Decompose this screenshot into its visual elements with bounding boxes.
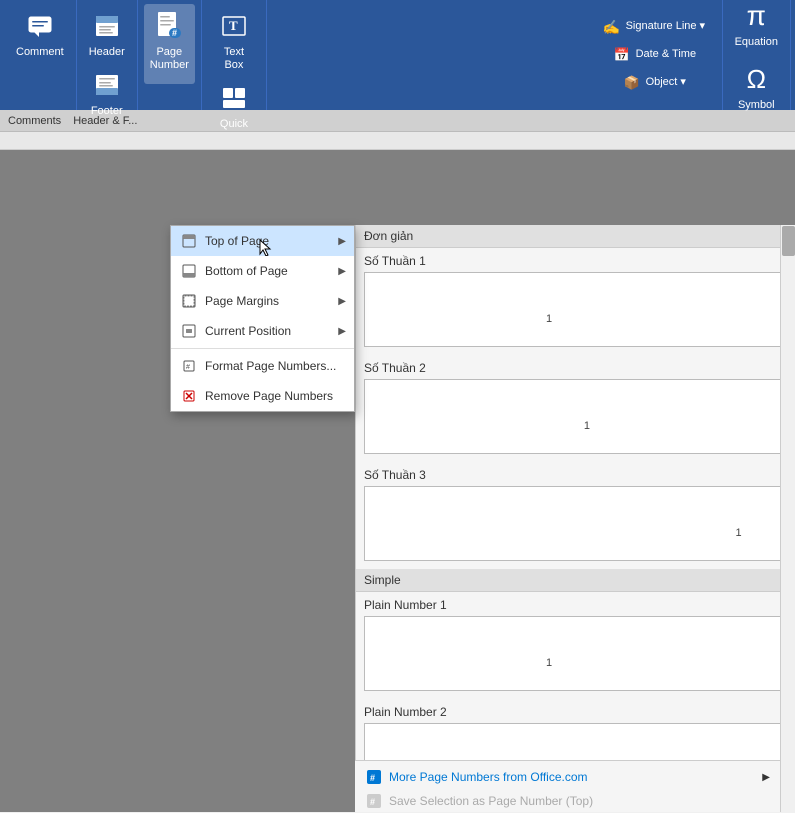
page-number-icon: # xyxy=(151,8,187,44)
top-of-page-icon xyxy=(179,231,199,251)
remove-page-numbers-icon xyxy=(179,386,199,406)
panel-footer: # More Page Numbers from Office.com ▶ # … xyxy=(355,760,780,812)
plain-number-1-label: Plain Number 1 xyxy=(356,592,795,614)
signature-line-icon: ✍ xyxy=(602,17,622,37)
save-selection-label: Save Selection as Page Number (Top) xyxy=(389,794,593,808)
symbol-label: Symbol xyxy=(738,99,775,112)
menu-separator-1 xyxy=(171,348,354,349)
scrollbar-track[interactable] xyxy=(780,225,795,812)
more-arrow: ▶ xyxy=(762,772,770,783)
bottom-of-page-arrow: ▶ xyxy=(338,266,346,277)
signature-line-label: Signature Line ▾ xyxy=(626,20,706,33)
menu-item-bottom-of-page-label: Bottom of Page xyxy=(205,264,288,278)
so-thuan-1-number: 1 xyxy=(546,313,552,325)
top-of-page-arrow: ▶ xyxy=(338,236,346,247)
ribbon-group-text: T TextBox QuickParts A WordArt A DropCap xyxy=(202,0,267,110)
so-thuan-1-preview[interactable]: 1 xyxy=(364,272,787,347)
menu-item-page-margins[interactable]: Page Margins ▶ xyxy=(171,286,354,316)
sub-ribbon-comments[interactable]: Comments xyxy=(8,115,61,127)
menu-item-remove-page-numbers-label: Remove Page Numbers xyxy=(205,389,333,403)
ribbon-group-page-number: # PageNumber xyxy=(138,0,202,110)
plain-number-1-number: 1 xyxy=(546,657,552,669)
signature-line-button[interactable]: ✍ Signature Line ▾ xyxy=(596,14,716,40)
bottom-of-page-icon xyxy=(179,261,199,281)
menu-item-top-of-page-label: Top of Page xyxy=(205,234,269,248)
menu-item-page-margins-label: Page Margins xyxy=(205,294,279,308)
text-box-label: TextBox xyxy=(224,46,244,72)
current-position-icon xyxy=(179,321,199,341)
comment-button[interactable]: Comment xyxy=(10,4,70,84)
page-number-panel: Đơn giản Số Thuần 1 1 Số Thuần 2 1 Số Th… xyxy=(355,225,795,812)
footer-button[interactable]: Footer xyxy=(83,63,131,122)
svg-text:#: # xyxy=(172,28,177,38)
page-margins-icon xyxy=(179,291,199,311)
menu-item-bottom-of-page[interactable]: Bottom of Page ▶ xyxy=(171,256,354,286)
ribbon-group-comments: Comment xyxy=(4,0,77,110)
so-thuan-3-number: 1 xyxy=(735,527,741,539)
date-time-button[interactable]: 📅 Date & Time xyxy=(606,42,706,68)
page-number-label: PageNumber xyxy=(150,46,189,72)
symbol-button[interactable]: Ω Symbol xyxy=(732,57,781,116)
ruler xyxy=(0,132,795,150)
format-page-numbers-icon: # xyxy=(179,356,199,376)
page-number-dropdown: Top of Page ▶ Bottom of Page ▶ Page Marg… xyxy=(170,225,355,412)
so-thuan-2-preview[interactable]: 1 xyxy=(364,379,787,454)
plain-number-1-preview[interactable]: 1 xyxy=(364,616,787,691)
svg-text:#: # xyxy=(186,364,190,371)
svg-text:#: # xyxy=(370,773,375,783)
footer-icon xyxy=(89,67,125,103)
svg-text:T: T xyxy=(229,18,238,33)
page-margins-arrow: ▶ xyxy=(338,296,346,307)
object-label: Object ▾ xyxy=(646,76,686,89)
comment-label: Comment xyxy=(16,46,64,59)
header-icon xyxy=(89,8,125,44)
text-box-icon: T xyxy=(216,8,252,44)
sub-ribbon-header-footer[interactable]: Header & F... xyxy=(73,115,137,127)
plain-number-2-label: Plain Number 2 xyxy=(356,699,795,721)
save-selection-link: # Save Selection as Page Number (Top) xyxy=(361,789,774,813)
object-button[interactable]: 📦 Object ▾ xyxy=(616,70,696,96)
equation-button[interactable]: π Equation xyxy=(729,0,784,53)
so-thuan-2-number: 1 xyxy=(584,420,590,432)
menu-item-format-page-numbers-label: Format Page Numbers... xyxy=(205,359,336,373)
more-page-numbers-label: More Page Numbers from Office.com xyxy=(389,770,588,784)
menu-item-current-position[interactable]: Current Position ▶ xyxy=(171,316,354,346)
menu-item-top-of-page[interactable]: Top of Page ▶ xyxy=(171,226,354,256)
header-button[interactable]: Header xyxy=(83,4,131,63)
svg-text:#: # xyxy=(370,797,375,807)
menu-item-format-page-numbers[interactable]: # Format Page Numbers... xyxy=(171,351,354,381)
ribbon-group-eq-sym: π Equation Ω Symbol xyxy=(723,0,791,110)
content-area: Top of Page ▶ Bottom of Page ▶ Page Marg… xyxy=(0,150,795,812)
so-thuan-3-label: Số Thuần 3 xyxy=(356,462,795,484)
page-number-button[interactable]: # PageNumber xyxy=(144,4,195,84)
so-thuan-2-label: Số Thuần 2 xyxy=(356,355,795,377)
current-position-arrow: ▶ xyxy=(338,326,346,337)
section-header-simple: Simple xyxy=(356,569,795,592)
menu-item-remove-page-numbers[interactable]: Remove Page Numbers xyxy=(171,381,354,411)
equation-icon: π xyxy=(738,0,774,34)
so-thuan-1-label: Số Thuần 1 xyxy=(356,248,795,270)
scrollbar-thumb[interactable] xyxy=(782,226,795,256)
so-thuan-3-preview[interactable]: 1 xyxy=(364,486,787,561)
date-time-label: Date & Time xyxy=(636,48,697,61)
menu-item-current-position-label: Current Position xyxy=(205,324,291,338)
header-label: Header xyxy=(89,46,125,59)
ribbon-group-header-footer: Header Footer xyxy=(77,0,138,110)
equation-label: Equation xyxy=(735,36,778,49)
ribbon-group-right: ✍ Signature Line ▾ 📅 Date & Time 📦 Objec… xyxy=(590,0,723,110)
symbol-icon: Ω xyxy=(738,61,774,97)
text-box-button[interactable]: T TextBox xyxy=(210,4,258,76)
ribbon-toolbar: Comment Header Footer # PageNumber T xyxy=(0,0,795,110)
quick-parts-icon xyxy=(216,80,252,116)
section-header-don-gian: Đơn giản xyxy=(356,225,795,248)
date-time-icon: 📅 xyxy=(612,45,632,65)
save-selection-icon: # xyxy=(365,792,383,810)
more-page-numbers-link[interactable]: # More Page Numbers from Office.com ▶ xyxy=(361,765,774,789)
comment-icon xyxy=(22,8,58,44)
object-icon: 📦 xyxy=(622,73,642,93)
more-page-numbers-icon: # xyxy=(365,768,383,786)
